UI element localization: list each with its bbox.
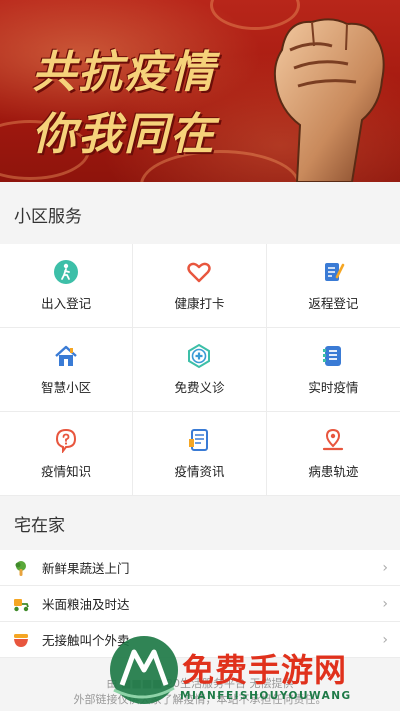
person-walk-icon	[54, 260, 79, 284]
service-smart-community[interactable]: 智慧小区	[0, 328, 134, 412]
service-label: 返程登记	[308, 296, 359, 311]
edit-note-icon	[325, 263, 345, 281]
service-epidemic-news[interactable]: 疫情资讯	[133, 412, 267, 496]
list-item-label: 新鲜果蔬送上门	[42, 561, 130, 576]
heart-icon	[187, 262, 212, 283]
report-list-icon	[323, 346, 342, 366]
service-label: 出入登记	[41, 296, 92, 311]
question-icon	[56, 428, 77, 453]
section-title-community: 小区服务	[0, 182, 400, 246]
community-service-grid: 出入登记 健康打卡 返程登记 智慧小区 免费义诊 实时疫情 疫情知识 疫情资讯 …	[0, 244, 400, 496]
chevron-right-icon: ›	[382, 559, 388, 576]
service-label: 病患轨迹	[308, 464, 359, 479]
campaign-banner[interactable]: 共抗疫情 你我同在	[0, 0, 400, 182]
medical-cross-icon	[188, 343, 211, 369]
service-label: 疫情资讯	[174, 464, 225, 479]
service-label: 智慧小区	[41, 380, 92, 395]
food-bowl-icon	[14, 633, 28, 647]
service-check-in[interactable]: 出入登记	[0, 244, 134, 328]
service-free-clinic[interactable]: 免费义诊	[133, 328, 267, 412]
service-patient-trace[interactable]: 病患轨迹	[266, 412, 400, 496]
raised-fist-icon	[273, 18, 385, 182]
watermark-text: 免费手游网	[182, 651, 348, 689]
service-return-registration[interactable]: 返程登记	[266, 244, 400, 328]
service-epidemic-knowledge[interactable]: 疫情知识	[0, 412, 134, 496]
news-doc-icon	[189, 429, 209, 451]
location-pin-icon	[323, 428, 344, 451]
list-item-grain-oil[interactable]: 米面粮油及时达 ›	[0, 586, 400, 622]
service-label: 实时疫情	[308, 380, 359, 395]
vegetable-icon	[15, 560, 26, 576]
list-item-label: 米面粮油及时达	[42, 597, 130, 612]
service-label: 免费义诊	[174, 380, 225, 395]
list-item-fresh-produce[interactable]: 新鲜果蔬送上门 ›	[0, 550, 400, 586]
delivery-scooter-icon	[14, 598, 29, 611]
service-health-checkin[interactable]: 健康打卡	[133, 244, 267, 328]
service-label: 疫情知识	[41, 464, 92, 479]
watermark-subtext: MIANFEISHOUYOUWANG	[180, 690, 352, 702]
service-label: 健康打卡	[174, 296, 225, 311]
house-icon	[55, 345, 77, 366]
service-realtime-epidemic[interactable]: 实时疫情	[266, 328, 400, 412]
banner-slogan-line1: 共抗疫情	[32, 47, 216, 98]
section-title-home: 宅在家	[0, 496, 400, 550]
chevron-right-icon: ›	[382, 595, 388, 612]
banner-slogan-line2: 你我同在	[32, 109, 216, 160]
